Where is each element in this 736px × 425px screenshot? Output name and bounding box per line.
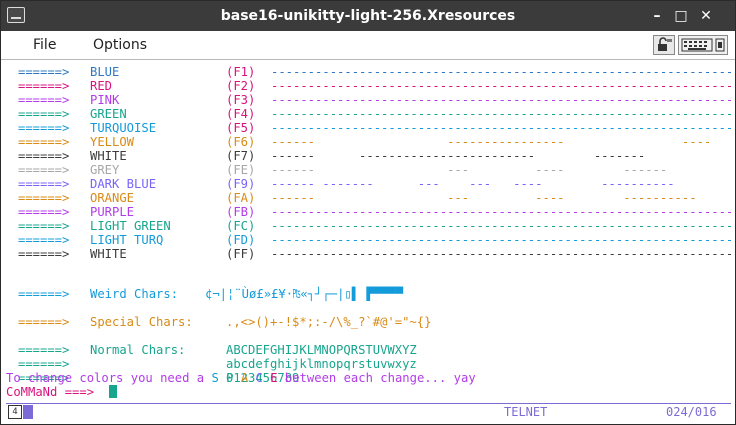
normal-lower: abcdefghijklmnopqrstuvwxyz (226, 357, 417, 371)
status-cursor (23, 405, 33, 419)
row-color-name: WHITE (90, 247, 127, 261)
command-line[interactable]: CoMMaNd ===> (6, 385, 117, 399)
row-arrow: ======> (18, 247, 70, 261)
lock-icon[interactable] (653, 35, 675, 55)
row-function-key: (FD) (226, 233, 256, 247)
row-arrow: ======> (18, 65, 70, 79)
row-color-name: RED (90, 79, 113, 93)
row-function-key: (FE) (226, 163, 256, 177)
row-color-name: TURQUOISE (90, 121, 157, 135)
row-color-sample: ------ ------------------------ ------- (271, 149, 646, 163)
weird-arrow: ======> (18, 287, 70, 301)
protocol-label: TELNET (504, 405, 548, 419)
message-line: To change colors you need a S P A C E be… (6, 371, 476, 385)
keyboard-icon[interactable] (678, 35, 728, 55)
special-chars-line: ======> Special Chars: .,<>()+-!$*;:-/\%_?… (18, 301, 431, 329)
row-arrow: ======> (18, 149, 70, 163)
row-color-name: BLUE (90, 65, 120, 79)
text-cursor (108, 385, 117, 398)
row-arrow: ======> (18, 121, 70, 135)
row-function-key: (F7) (226, 149, 256, 163)
row-color-name: PINK (90, 93, 120, 107)
normal-upper: ABCDEFGHIJKLMNOPQRSTUVWXYZ (226, 343, 417, 357)
menu-file[interactable]: File (33, 37, 56, 53)
row-function-key: (F3) (226, 93, 256, 107)
normal-digits-line: ======> 0123456789 (18, 357, 299, 385)
row-function-key: (FB) (226, 205, 256, 219)
row-arrow: ======> (18, 93, 70, 107)
row-color-name: DARK BLUE (90, 177, 157, 191)
row-function-key: (FA) (226, 191, 256, 205)
weird-chars-line: ======> Weird Chars: ¢¬|¦¨Ùø£»£¥·₧«┐┘┌─|▯▌… (18, 273, 403, 301)
row-color-name: LIGHT GREEN (90, 219, 171, 233)
special-label: Special Chars: (90, 315, 193, 329)
row-color-name: GREY (90, 163, 120, 177)
normal-label: Normal Chars: (90, 343, 186, 357)
message-p: P (226, 371, 234, 385)
menu-options[interactable]: Options (93, 37, 147, 53)
message-after: between each change... yay (277, 371, 476, 385)
row-arrow: ======> (18, 135, 70, 149)
row-color-sample: ------ --- ---- ---------- (271, 191, 697, 205)
row-arrow: ======> (18, 191, 70, 205)
row-function-key: (F6) (226, 135, 256, 149)
menu-bar: File Options (1, 31, 735, 60)
maximize-button[interactable]: □ (671, 6, 691, 26)
message-e: E (270, 371, 278, 385)
row-function-key: (F2) (226, 79, 256, 93)
row-color-sample: ----------------------------------------… (271, 121, 731, 135)
command-prompt: CoMMaNd ===> (6, 385, 95, 399)
row-color-sample: ----------------------------------------… (271, 247, 731, 261)
close-button[interactable]: ✕ (696, 6, 716, 26)
cursor-position: 024/016 (666, 405, 717, 419)
row-color-sample: ----------------------------------------… (271, 79, 731, 93)
row-arrow: ======> (18, 219, 70, 233)
minimize-button[interactable]: – (647, 6, 667, 26)
row-arrow: ======> (18, 205, 70, 219)
row-color-name: LIGHT TURQ (90, 233, 164, 247)
message-before: To change colors you need a (6, 371, 212, 385)
normal-lower-line: ======> abcdefghijklmnopqrstuvwxyz (18, 343, 417, 371)
message-c: C (255, 371, 263, 385)
normal-chars-line: ======> Normal Chars: ABCDEFGHIJKLMNOPQRST… (18, 329, 417, 357)
row-color-sample: ----------------------------------------… (271, 205, 731, 219)
weird-label: Weird Chars: (90, 287, 179, 301)
terminal-window: base16-unikitty-light-256.Xresources – □… (0, 0, 736, 425)
row-function-key: (F9) (226, 177, 256, 191)
row-arrow: ======> (18, 233, 70, 247)
row-function-key: (F4) (226, 107, 256, 121)
row-color-sample: ----------------------------------------… (271, 219, 731, 233)
special-chars: .,<>()+-!$*;:-/\%_?`#@'="~{} (226, 315, 432, 329)
row-color-name: GREEN (90, 107, 127, 121)
row-function-key: (FC) (226, 219, 256, 233)
terminal-screen[interactable]: ======> BLUE (F1) -------------------------… (6, 63, 731, 401)
row-color-sample: ----------------------------------------… (271, 65, 731, 79)
row-color-sample: ----------------------------------------… (271, 93, 731, 107)
row-color-name: YELLOW (90, 135, 135, 149)
row-function-key: (F1) (226, 65, 256, 79)
row-function-key: (FF) (226, 247, 256, 261)
weird-chars: ¢¬|¦¨Ùø£»£¥·₧«┐┘┌─|▯▌ ▛▀▀▀▀ (205, 287, 404, 301)
row-arrow: ======> (18, 79, 70, 93)
special-arrow: ======> (18, 315, 70, 329)
row-arrow: ======> (18, 107, 70, 121)
row-color-sample: ----------------------------------------… (271, 107, 731, 121)
window-title: base16-unikitty-light-256.Xresources (220, 8, 516, 24)
row-color-sample: ----------------------------------------… (271, 233, 731, 247)
title-bar[interactable]: base16-unikitty-light-256.Xresources – □… (1, 1, 735, 31)
row-function-key: (F5) (226, 121, 256, 135)
row-color-name: PURPLE (90, 205, 135, 219)
row-color-name: ORANGE (90, 191, 135, 205)
message-s: S (211, 371, 219, 385)
row-color-name: WHITE (90, 149, 127, 163)
session-icon: 4 (8, 405, 22, 419)
message-a: A (240, 371, 249, 385)
row-arrow: ======> (18, 177, 70, 191)
row-color-sample: ------ --- ---- ------ (271, 163, 668, 177)
row-color-sample: ------ ------- --- --- ---- ---------- (271, 177, 675, 191)
row-color-sample: ------ ---------------- ---- (271, 135, 712, 149)
row-arrow: ======> (18, 163, 70, 177)
status-bar: 4 TELNET 024/016 (6, 403, 731, 420)
